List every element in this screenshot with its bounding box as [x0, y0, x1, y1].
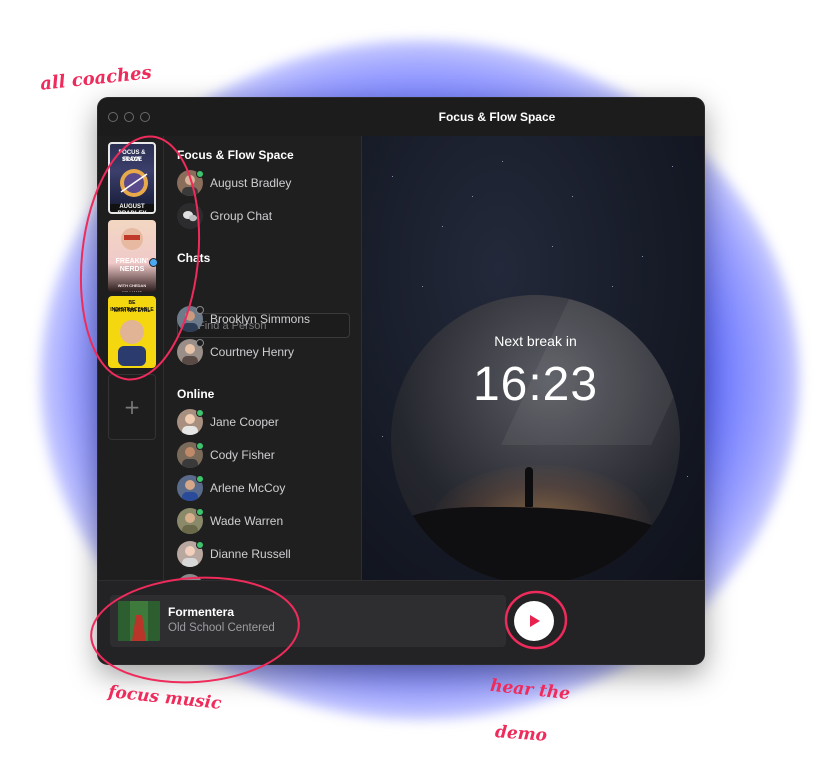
online-status-dot: [196, 475, 204, 483]
online-item-cody-fisher[interactable]: Cody Fisher: [177, 442, 357, 468]
card-title-line2: WITH NIR EYAL: [113, 308, 151, 314]
title-bar: Focus & Flow Space: [98, 98, 704, 136]
online-status-dot: [196, 508, 204, 516]
online-status-dot: [196, 442, 204, 450]
now-playing[interactable]: Formentera Old School Centered: [110, 595, 506, 647]
add-space-button[interactable]: +: [108, 374, 156, 440]
track-title: Formentera: [168, 605, 235, 619]
host-face-icon: [121, 228, 143, 250]
online-status-dot: [196, 541, 204, 549]
focus-panel: Next break in 16:23: [362, 136, 704, 580]
offline-status-dot: [196, 339, 204, 347]
member-name: Arlene McCoy: [210, 481, 286, 495]
play-button[interactable]: [514, 601, 554, 641]
close-window-button[interactable]: [108, 112, 118, 122]
card-title-line2: SPACE: [121, 157, 143, 163]
online-item-jane-cooper[interactable]: Jane Cooper: [177, 409, 357, 435]
track-artist: Old School Centered: [168, 622, 275, 634]
member-name: Dianne Russell: [210, 547, 291, 561]
online-item-arlene-mccoy[interactable]: Arlene McCoy: [177, 475, 357, 501]
annotation-demo-line2: demo: [494, 722, 548, 746]
offline-status-dot: [196, 306, 204, 314]
member-name: Jane Cooper: [210, 415, 279, 429]
chat-item-brooklyn-simmons-row[interactable]: Brooklyn Simmons: [177, 306, 357, 332]
person-silhouette: [525, 467, 533, 507]
card-footer: WITH CHEDAN WILLIAMS: [117, 283, 147, 292]
planet-icon: [120, 169, 148, 197]
card-footer: AUGUST BRADLEY: [110, 204, 154, 212]
online-heading: Online: [177, 387, 215, 401]
break-countdown: 16:23: [472, 358, 599, 411]
online-item-dianne-russell[interactable]: Dianne Russell: [177, 541, 357, 567]
music-player: Formentera Old School Centered: [98, 580, 704, 664]
break-timer-circle: Next break in 16:23: [391, 295, 680, 580]
member-name: Wade Warren: [210, 514, 284, 528]
minimize-window-button[interactable]: [124, 112, 134, 122]
next-break-label: Next break in: [494, 333, 577, 349]
space-card-be-indistractable[interactable]: BE INDISTRACTABLE WITH NIR EYAL: [108, 296, 156, 368]
notification-dot: [149, 258, 158, 267]
chat-name: Courtney Henry: [210, 345, 295, 359]
space-card-focus-flow[interactable]: FOCUS & FLOW SPACE AUGUST BRADLEY: [108, 142, 156, 214]
member-name: Cody Fisher: [210, 448, 275, 462]
card-title-line2: NERDS: [119, 266, 145, 273]
album-art: [118, 601, 160, 641]
online-status-dot: [196, 409, 204, 417]
annotation-music: focus music: [107, 682, 223, 714]
host-portrait-icon: [118, 320, 146, 366]
sidebar-list: Brooklyn Simmons Courtney Henry Online J…: [164, 136, 362, 580]
chat-item-courtney-henry[interactable]: Courtney Henry: [177, 339, 357, 365]
play-icon: [530, 615, 540, 627]
spaces-rail: FOCUS & FLOW SPACE AUGUST BRADLEY FREAKI…: [98, 136, 164, 580]
space-card-freakin-nerds[interactable]: FREAKIN' NERDS WITH CHEDAN WILLIAMS: [108, 220, 156, 292]
window-title: Focus & Flow Space: [438, 110, 556, 124]
annotation-spaces: all coaches: [39, 62, 153, 95]
chat-name: Brooklyn Simmons: [210, 312, 311, 326]
app-window: Focus & Flow Space FOCUS & FLOW SPACE AU…: [98, 98, 704, 664]
zoom-window-button[interactable]: [140, 112, 150, 122]
online-item-wade-warren[interactable]: Wade Warren: [177, 508, 357, 534]
